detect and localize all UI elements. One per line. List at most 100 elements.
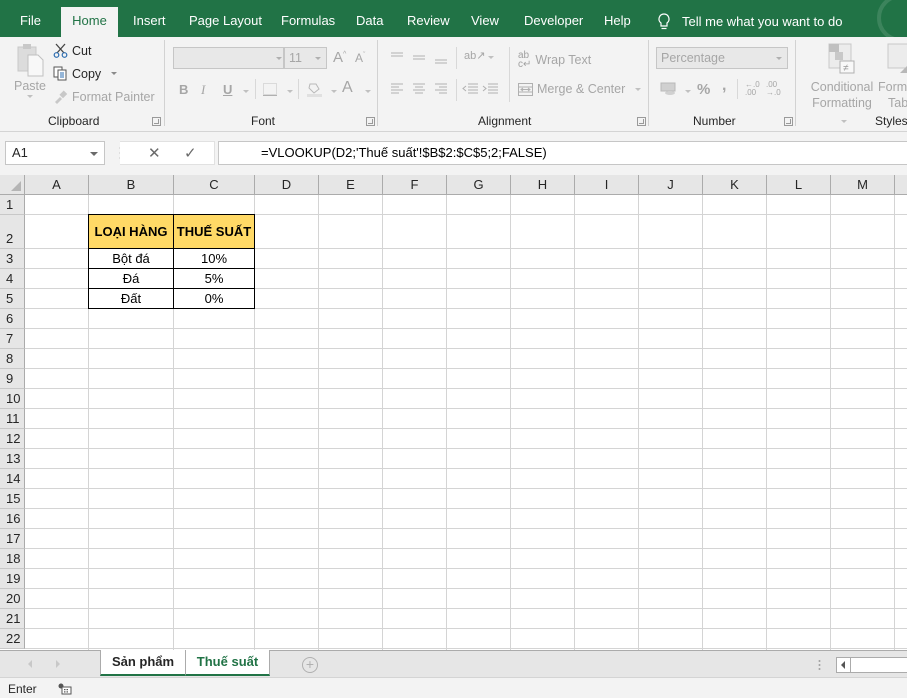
tab-home[interactable]: Home — [61, 7, 118, 37]
row-header-11[interactable]: 11 — [0, 409, 25, 429]
formula-input[interactable]: =VLOOKUP(D2;'Thuế suất'!$B$2:$C$5;2;FALS… — [218, 141, 907, 165]
row-header-14[interactable]: 14 — [0, 469, 25, 489]
horizontal-align-icons[interactable] — [389, 83, 449, 95]
row-header-15[interactable]: 15 — [0, 489, 25, 509]
row-header-10[interactable]: 10 — [0, 389, 25, 409]
cut-button[interactable]: Cut — [53, 43, 91, 58]
column-header-b[interactable]: B — [89, 175, 174, 195]
table-cell-category[interactable]: Bột đá — [89, 249, 174, 269]
scroll-left-arrow-icon[interactable] — [837, 658, 851, 672]
orientation-button[interactable]: ab↗ — [464, 49, 495, 62]
borders-dropdown-icon[interactable] — [287, 90, 293, 93]
tab-data[interactable]: Data — [346, 7, 393, 37]
number-launcher-icon[interactable] — [784, 117, 793, 126]
tell-me-search[interactable]: Tell me what you want to do — [656, 7, 842, 37]
number-format-dropdown[interactable]: Percentage — [656, 47, 788, 69]
column-header-c[interactable]: C — [174, 175, 255, 195]
row-header-18[interactable]: 18 — [0, 549, 25, 569]
tab-page-layout[interactable]: Page Layout — [179, 7, 272, 37]
column-header-h[interactable]: H — [511, 175, 575, 195]
horizontal-scrollbar[interactable] — [836, 657, 907, 673]
underline-dropdown-icon[interactable] — [243, 90, 249, 93]
row-header-9[interactable]: 9 — [0, 369, 25, 389]
font-color-dropdown-icon[interactable] — [365, 90, 371, 93]
tab-split-grip-icon[interactable] — [818, 659, 821, 671]
conditional-formatting-button[interactable]: ≠ Conditional Formatting — [808, 43, 876, 127]
percent-style-button[interactable]: % — [697, 81, 710, 98]
tab-formulas[interactable]: Formulas — [271, 7, 345, 37]
clipboard-launcher-icon[interactable] — [152, 117, 161, 126]
row-header-8[interactable]: 8 — [0, 349, 25, 369]
row-header-21[interactable]: 21 — [0, 609, 25, 629]
name-box[interactable]: A1 — [5, 141, 105, 165]
column-header-j[interactable]: J — [639, 175, 703, 195]
add-sheet-button[interactable]: + — [302, 657, 318, 673]
row-header-17[interactable]: 17 — [0, 529, 25, 549]
enter-icon[interactable]: ✓ — [184, 144, 197, 162]
decrease-decimal-button[interactable]: .00 →.0 — [766, 81, 781, 97]
column-header-d[interactable]: D — [255, 175, 319, 195]
row-header-12[interactable]: 12 — [0, 429, 25, 449]
row-header-16[interactable]: 16 — [0, 509, 25, 529]
column-header-e[interactable]: E — [319, 175, 383, 195]
table-cell-category[interactable]: Đá — [89, 269, 174, 289]
font-name-dropdown[interactable] — [173, 47, 284, 69]
indent-icons[interactable] — [462, 83, 502, 95]
row-header-3[interactable]: 3 — [0, 249, 25, 269]
row-header-22[interactable]: 22 — [0, 629, 25, 649]
row-header-1[interactable]: 1 — [0, 195, 25, 215]
underline-button[interactable]: U — [223, 82, 232, 97]
row-header-5[interactable]: 5 — [0, 289, 25, 309]
row-header-7[interactable]: 7 — [0, 329, 25, 349]
row-header-19[interactable]: 19 — [0, 569, 25, 589]
merge-center-button[interactable]: Merge & Center — [518, 82, 642, 96]
font-launcher-icon[interactable] — [366, 117, 375, 126]
scroll-tabs-left-icon[interactable] — [28, 660, 32, 668]
row-header-6[interactable]: 6 — [0, 309, 25, 329]
name-box-dropdown-icon[interactable] — [90, 152, 98, 156]
format-painter-button[interactable]: Format Painter — [53, 89, 155, 104]
accounting-dropdown-icon[interactable] — [685, 90, 691, 93]
column-header-n[interactable] — [895, 175, 907, 195]
table-cell-rate[interactable]: 5% — [174, 269, 255, 289]
accounting-format-icon[interactable] — [660, 82, 678, 96]
column-header-m[interactable]: M — [831, 175, 895, 195]
tab-review[interactable]: Review — [397, 7, 460, 37]
fill-color-dropdown-icon[interactable] — [331, 90, 337, 93]
fill-color-icon[interactable] — [306, 81, 323, 97]
wrap-text-button[interactable]: ab c↵ Wrap Text — [518, 51, 591, 70]
format-as-table-button[interactable]: Form Tab — [878, 43, 907, 111]
macro-recording-icon[interactable] — [58, 683, 72, 695]
shrink-font-button[interactable]: Aˇ — [355, 51, 365, 65]
tab-insert[interactable]: Insert — [123, 7, 176, 37]
copy-dropdown-icon[interactable] — [111, 72, 118, 75]
cancel-icon[interactable]: ✕ — [148, 144, 161, 162]
row-header-2[interactable]: 2 — [0, 215, 25, 249]
table-cell-category[interactable]: Đất — [89, 289, 174, 309]
sheet-tab-san-pham[interactable]: Sản phẩm — [100, 650, 186, 676]
column-header-a[interactable]: A — [25, 175, 89, 195]
bold-button[interactable]: B — [179, 82, 188, 97]
row-header-13[interactable]: 13 — [0, 449, 25, 469]
tab-help[interactable]: Help — [594, 7, 641, 37]
borders-icon[interactable] — [263, 83, 277, 96]
tab-developer[interactable]: Developer — [514, 7, 593, 37]
font-size-dropdown[interactable]: 11 — [284, 47, 327, 69]
column-header-g[interactable]: G — [447, 175, 511, 195]
scroll-tabs-right-icon[interactable] — [56, 660, 60, 668]
increase-decimal-button[interactable]: ←.0.00 — [745, 81, 760, 97]
column-header-l[interactable]: L — [767, 175, 831, 195]
select-all-button[interactable] — [0, 175, 25, 195]
alignment-launcher-icon[interactable] — [637, 117, 646, 126]
italic-button[interactable]: I — [201, 82, 205, 98]
table-header-cell[interactable]: LOẠI HÀNG — [89, 215, 174, 249]
copy-button[interactable]: Copy — [53, 66, 118, 81]
column-header-i[interactable]: I — [575, 175, 639, 195]
table-header-cell[interactable]: THUẾ SUẤT — [174, 215, 255, 249]
vertical-align-icons[interactable] — [389, 51, 449, 65]
grow-font-button[interactable]: A^ — [333, 49, 346, 66]
table-cell-rate[interactable]: 0% — [174, 289, 255, 309]
spreadsheet-grid[interactable]: ABCDEFGHIJKLM 1 2 3 4 5 6 7 8 9 10 11 12 13 14 15 16 17 1… — [0, 175, 907, 650]
sheet-tab-thue-suat[interactable]: Thuế suất — [185, 650, 270, 676]
paste-button[interactable]: Paste — [14, 43, 46, 98]
